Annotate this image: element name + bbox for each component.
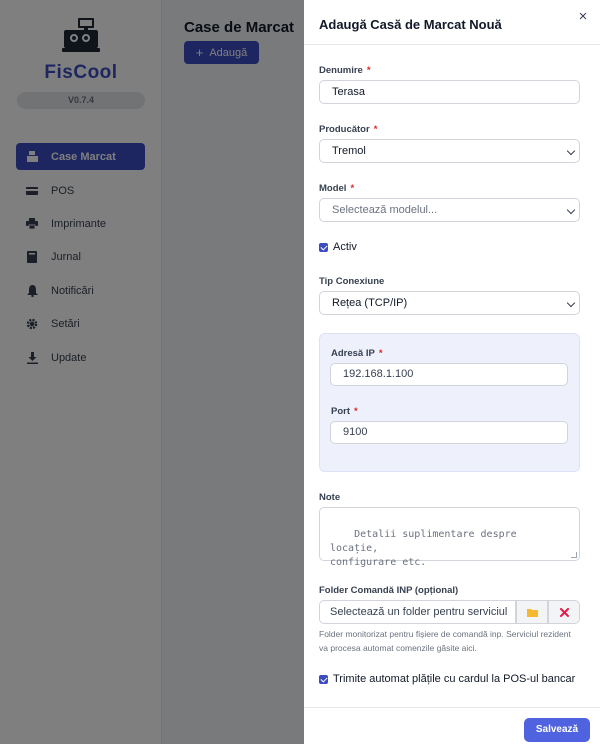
footer-divider	[304, 707, 600, 708]
header-divider	[304, 44, 600, 45]
active-checkbox[interactable]	[319, 243, 328, 252]
close-icon[interactable]: ×	[575, 9, 591, 25]
browse-folder-button[interactable]	[516, 600, 548, 624]
auto-pay-label: Trimite automat plățile cu cardul la POS…	[333, 673, 576, 685]
model-label: Model *	[319, 183, 355, 194]
folder-input[interactable]: Selectează un folder pentru serviciul	[319, 600, 516, 624]
chevron-down-icon	[566, 205, 576, 215]
add-cash-register-drawer: Adaugă Casă de Marcat Nouă × Denumire * T…	[304, 0, 600, 744]
chevron-down-icon	[566, 146, 576, 156]
folder-help-text: Folder monitorizat pentru fișiere de com…	[319, 629, 571, 653]
close-icon	[559, 607, 569, 617]
folder-label: Folder Comandă INP (opțional)	[319, 585, 459, 596]
connection-type-label: Tip Conexiune	[319, 276, 385, 287]
model-select[interactable]: Selectează modelul...	[319, 198, 580, 222]
chevron-down-icon	[566, 298, 576, 308]
auto-pay-checkbox[interactable]	[319, 675, 328, 684]
ip-label: Adresă IP *	[331, 348, 383, 359]
name-label: Denumire *	[319, 65, 371, 76]
notes-label: Note	[319, 492, 341, 503]
ip-input[interactable]: 192.168.1.100	[330, 363, 568, 386]
producer-select[interactable]: Tremol	[319, 139, 580, 163]
producer-label: Producător *	[319, 124, 378, 135]
notes-textarea[interactable]: Detalii suplimentare despre locație, con…	[319, 507, 580, 568]
drawer-title: Adaugă Casă de Marcat Nouă	[319, 17, 502, 32]
clear-folder-button[interactable]	[548, 600, 580, 624]
active-label: Activ	[333, 241, 357, 253]
folder-icon	[526, 608, 538, 617]
port-label: Port *	[331, 406, 358, 417]
save-button[interactable]: Salvează	[524, 718, 590, 742]
resize-handle[interactable]	[571, 552, 577, 558]
network-settings-panel: Adresă IP * 192.168.1.100 Port * 9100	[319, 333, 580, 472]
port-input[interactable]: 9100	[330, 421, 568, 444]
connection-type-select[interactable]: Rețea (TCP/IP)	[319, 291, 580, 315]
name-input[interactable]: Terasa	[319, 80, 580, 104]
